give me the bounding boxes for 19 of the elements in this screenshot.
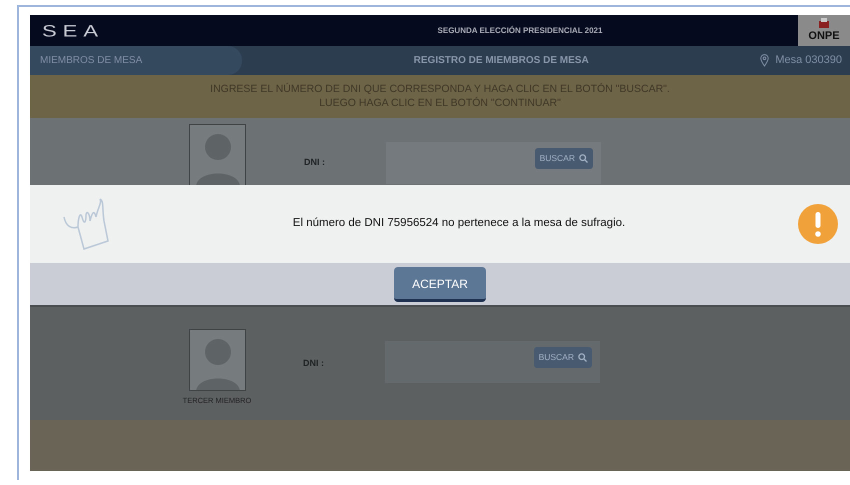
location-pin-icon xyxy=(760,54,770,67)
header-title: SEGUNDA ELECCIÓN PRESIDENCIAL 2021 xyxy=(436,24,604,36)
search-icon xyxy=(579,154,588,163)
avatar-placeholder xyxy=(188,329,246,391)
search-button[interactable]: BUSCAR xyxy=(534,347,592,368)
table-number: Mesa 030390 xyxy=(775,53,842,68)
accept-button[interactable]: ACEPTAR xyxy=(394,266,486,302)
search-button[interactable]: BUSCAR xyxy=(534,148,593,169)
app-logo: SEA xyxy=(42,22,106,39)
organization-logo: ONPE xyxy=(798,15,850,46)
warning-icon xyxy=(798,204,838,244)
search-icon xyxy=(578,353,587,362)
section-tab[interactable]: MIEMBROS DE MESA xyxy=(30,46,242,75)
dni-label: DNI : xyxy=(304,156,326,169)
dni-input-field[interactable]: BUSCAR xyxy=(385,341,600,383)
page-title: REGISTRO DE MIEMBROS DE MESA xyxy=(412,54,590,68)
dialog-message: El número de DNI 75956524 no pertenece a la mesa de sufragio. xyxy=(292,216,626,232)
dni-input-field[interactable]: BUSCAR xyxy=(386,142,601,184)
dni-label: DNI : xyxy=(303,357,325,370)
